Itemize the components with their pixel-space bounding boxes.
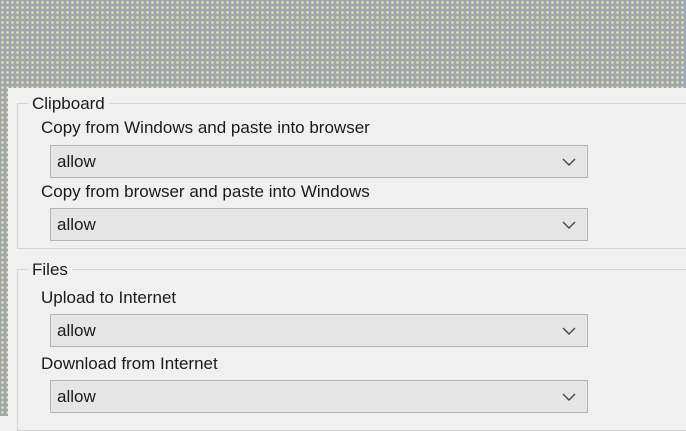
download-select[interactable]: allow [50, 380, 588, 413]
upload-label: Upload to Internet [41, 288, 177, 307]
files-group-title: Files [28, 260, 72, 280]
chevron-down-icon [562, 327, 576, 335]
settings-panel: Clipboard Copy from Windows and paste in… [8, 88, 686, 431]
upload-select[interactable]: allow [50, 314, 588, 347]
copy-into-windows-label: Copy from browser and paste into Windows [41, 182, 370, 201]
download-value: allow [57, 387, 96, 406]
copy-into-browser-value: allow [57, 152, 96, 171]
copy-into-windows-select[interactable]: allow [50, 208, 588, 241]
chevron-down-icon [562, 393, 576, 401]
upload-value: allow [57, 321, 96, 340]
download-label: Download from Internet [41, 354, 218, 373]
chevron-down-icon [562, 158, 576, 166]
copy-into-browser-select[interactable]: allow [50, 145, 588, 178]
clipboard-group-title: Clipboard [28, 94, 109, 114]
copy-into-browser-label: Copy from Windows and paste into browser [41, 118, 370, 137]
chevron-down-icon [562, 221, 576, 229]
copy-into-windows-value: allow [57, 215, 96, 234]
